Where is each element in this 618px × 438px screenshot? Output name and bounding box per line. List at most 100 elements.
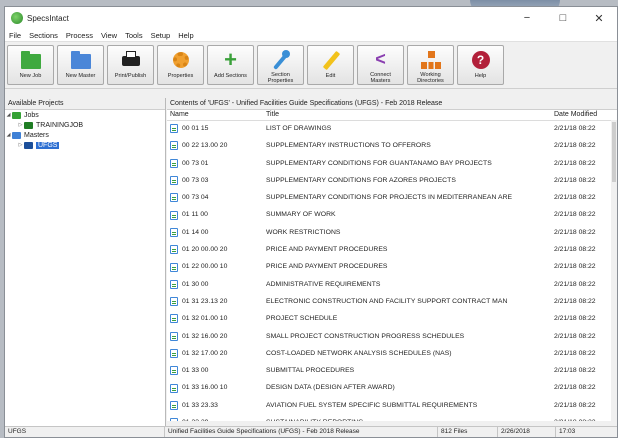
date-modified: 2/21/18 08:22 bbox=[554, 367, 596, 375]
window-controls: − □ ✕ bbox=[509, 7, 617, 29]
tree-item-jobs[interactable]: ◢ Jobs bbox=[5, 110, 165, 120]
menu-sections[interactable]: Sections bbox=[25, 31, 62, 40]
printer-icon bbox=[118, 49, 144, 71]
help-icon: ? bbox=[468, 49, 494, 71]
new-master-button[interactable]: New Master bbox=[57, 45, 104, 85]
add-sections-button[interactable]: + Add Sections bbox=[207, 45, 254, 85]
table-row[interactable]: 01 20 00.00 20 PRICE AND PAYMENT PROCEDUR… bbox=[167, 241, 617, 258]
tree-item-ufgs[interactable]: ▷ UFGS bbox=[5, 140, 165, 150]
section-number: 01 30 00 bbox=[167, 276, 264, 293]
working-directories-label: Working Directories bbox=[417, 72, 444, 84]
folder-icon bbox=[24, 141, 33, 149]
app-window: SpecsIntact − □ ✕ File Sections Process … bbox=[4, 6, 618, 438]
section-number-text: 00 22 13.00 20 bbox=[182, 142, 228, 150]
table-row[interactable]: 01 31 23.13 20 ELECTRONIC CONSTRUCTION AN… bbox=[167, 293, 617, 310]
section-number-text: 01 32 16.00 20 bbox=[182, 332, 228, 340]
expand-arrow-icon[interactable]: ▷ bbox=[17, 142, 24, 148]
table-row[interactable]: 01 11 00 SUMMARY OF WORK 2/21/18 08:22 bbox=[167, 206, 617, 223]
section-title: DESIGN DATA (DESIGN AFTER AWARD) bbox=[266, 384, 395, 392]
date-modified: 2/21/18 08:22 bbox=[554, 211, 596, 219]
working-directories-button[interactable]: Working Directories bbox=[407, 45, 454, 85]
print-publish-label: Print/Publish bbox=[114, 73, 147, 79]
document-icon bbox=[170, 383, 178, 393]
org-chart-icon bbox=[418, 49, 444, 70]
column-date-modified[interactable]: Date Modified bbox=[551, 110, 609, 120]
menu-process[interactable]: Process bbox=[62, 31, 97, 40]
title-bar: SpecsIntact − □ ✕ bbox=[5, 7, 617, 29]
section-title: SUBMITTAL PROCEDURES bbox=[266, 367, 355, 375]
status-description: Unified Facilities Guide Specifications … bbox=[165, 427, 438, 437]
section-number: 01 14 00 bbox=[167, 224, 264, 241]
projects-header: Available Projects bbox=[5, 98, 165, 110]
vertical-scrollbar[interactable] bbox=[611, 120, 617, 427]
tree-item-trainingjob[interactable]: ▷ TRAININGJOB bbox=[5, 120, 165, 130]
section-title: SMALL PROJECT CONSTRUCTION PROGRESS SCHE… bbox=[266, 332, 465, 340]
menu-view[interactable]: View bbox=[97, 31, 121, 40]
table-row[interactable]: 00 22 13.00 20 SUPPLEMENTARY INSTRUCTIONS… bbox=[167, 137, 617, 154]
date-modified: 2/21/18 08:22 bbox=[554, 228, 596, 236]
menu-setup[interactable]: Setup bbox=[147, 31, 175, 40]
date-modified: 2/21/18 08:22 bbox=[554, 297, 596, 305]
section-number: 00 73 04 bbox=[167, 189, 264, 206]
maximize-button[interactable]: □ bbox=[545, 7, 581, 29]
new-job-button[interactable]: New Job bbox=[7, 45, 54, 85]
document-icon bbox=[170, 297, 178, 307]
help-label: Help bbox=[474, 73, 487, 79]
table-row[interactable]: 01 14 00 WORK RESTRICTIONS 2/21/18 08:22 bbox=[167, 224, 617, 241]
table-row[interactable]: 01 32 01.00 10 PROJECT SCHEDULE 2/21/18 08… bbox=[167, 310, 617, 327]
section-title: SUMMARY OF WORK bbox=[266, 211, 336, 219]
print-publish-button[interactable]: Print/Publish bbox=[107, 45, 154, 85]
table-row[interactable]: 00 73 01 SUPPLEMENTARY CONDITIONS FOR GUA… bbox=[167, 155, 617, 172]
section-title: AVIATION FUEL SYSTEM SPECIFIC SUBMITTAL … bbox=[266, 401, 478, 409]
expand-arrow-icon[interactable]: ▷ bbox=[17, 122, 24, 128]
sections-table: 00 01 15 LIST OF DRAWINGS 2/21/18 08:22 00 … bbox=[167, 120, 617, 427]
table-row[interactable]: 00 73 04 SUPPLEMENTARY CONDITIONS FOR PRO… bbox=[167, 189, 617, 206]
scrollbar-thumb[interactable] bbox=[612, 122, 616, 182]
new-job-label: New Job bbox=[19, 73, 42, 79]
table-row[interactable]: 01 33 00 SUBMITTAL PROCEDURES 2/21/18 08:2… bbox=[167, 362, 617, 379]
minimize-button[interactable]: − bbox=[509, 7, 545, 29]
collapse-arrow-icon[interactable]: ◢ bbox=[5, 112, 12, 118]
connect-masters-button[interactable]: < Connect Masters bbox=[357, 45, 404, 85]
document-icon bbox=[170, 210, 178, 220]
section-number-text: 01 33 23.33 bbox=[182, 401, 218, 409]
table-row[interactable]: 00 73 03 SUPPLEMENTARY CONDITIONS FOR AZO… bbox=[167, 172, 617, 189]
menu-help[interactable]: Help bbox=[174, 31, 197, 40]
column-title[interactable]: Title bbox=[264, 110, 551, 120]
section-title: PRICE AND PAYMENT PROCEDURES bbox=[266, 263, 388, 271]
close-button[interactable]: ✕ bbox=[581, 7, 617, 29]
tree-label-ufgs: UFGS bbox=[36, 141, 60, 149]
column-name[interactable]: Name bbox=[167, 110, 264, 120]
document-icon bbox=[170, 314, 178, 324]
table-row[interactable]: 00 01 15 LIST OF DRAWINGS 2/21/18 08:22 bbox=[167, 120, 617, 137]
properties-button[interactable]: Properties bbox=[157, 45, 204, 85]
section-title: LIST OF DRAWINGS bbox=[266, 125, 332, 132]
document-icon bbox=[170, 331, 178, 341]
status-file-count: 812 Files bbox=[438, 427, 498, 437]
table-row[interactable]: 01 32 16.00 20 SMALL PROJECT CONSTRUCTION… bbox=[167, 328, 617, 345]
table-row[interactable]: 01 33 23.33 AVIATION FUEL SYSTEM SPECIFIC… bbox=[167, 397, 617, 414]
toolbar: New Job New Master Print/Publish Propert… bbox=[5, 42, 617, 89]
help-button[interactable]: ? Help bbox=[457, 45, 504, 85]
date-modified: 2/21/18 08:22 bbox=[554, 384, 596, 392]
collapse-arrow-icon[interactable]: ◢ bbox=[5, 132, 12, 138]
menu-bar: File Sections Process View Tools Setup H… bbox=[5, 29, 617, 42]
section-properties-label: Section Properties bbox=[267, 72, 294, 84]
section-properties-button[interactable]: Section Properties bbox=[257, 45, 304, 85]
main-area: Available Projects ◢ Jobs ▷ TRAININGJOB … bbox=[5, 98, 617, 427]
section-number: 00 01 15 bbox=[167, 120, 264, 137]
edit-button[interactable]: Edit bbox=[307, 45, 354, 85]
date-modified: 2/21/18 08:22 bbox=[554, 246, 596, 254]
table-row[interactable]: 01 32 17.00 20 COST-LOADED NETWORK ANALYS… bbox=[167, 345, 617, 362]
projects-pane: Available Projects ◢ Jobs ▷ TRAININGJOB … bbox=[5, 98, 166, 427]
section-number: 01 33 23.33 bbox=[167, 397, 264, 414]
table-row[interactable]: 01 33 16.00 10 DESIGN DATA (DESIGN AFTER … bbox=[167, 379, 617, 396]
table-row[interactable]: 01 22 00.00 10 PRICE AND PAYMENT PROCEDUR… bbox=[167, 258, 617, 275]
menu-tools[interactable]: Tools bbox=[121, 31, 147, 40]
date-modified: 2/21/18 08:22 bbox=[554, 315, 596, 323]
tree-item-masters[interactable]: ◢ Masters bbox=[5, 130, 165, 140]
table-row[interactable]: 01 30 00 ADMINISTRATIVE REQUIREMENTS 2/21/… bbox=[167, 276, 617, 293]
section-number-text: 00 73 03 bbox=[182, 176, 209, 184]
menu-file[interactable]: File bbox=[5, 31, 25, 40]
tree-label-trainingjob: TRAININGJOB bbox=[36, 121, 84, 129]
